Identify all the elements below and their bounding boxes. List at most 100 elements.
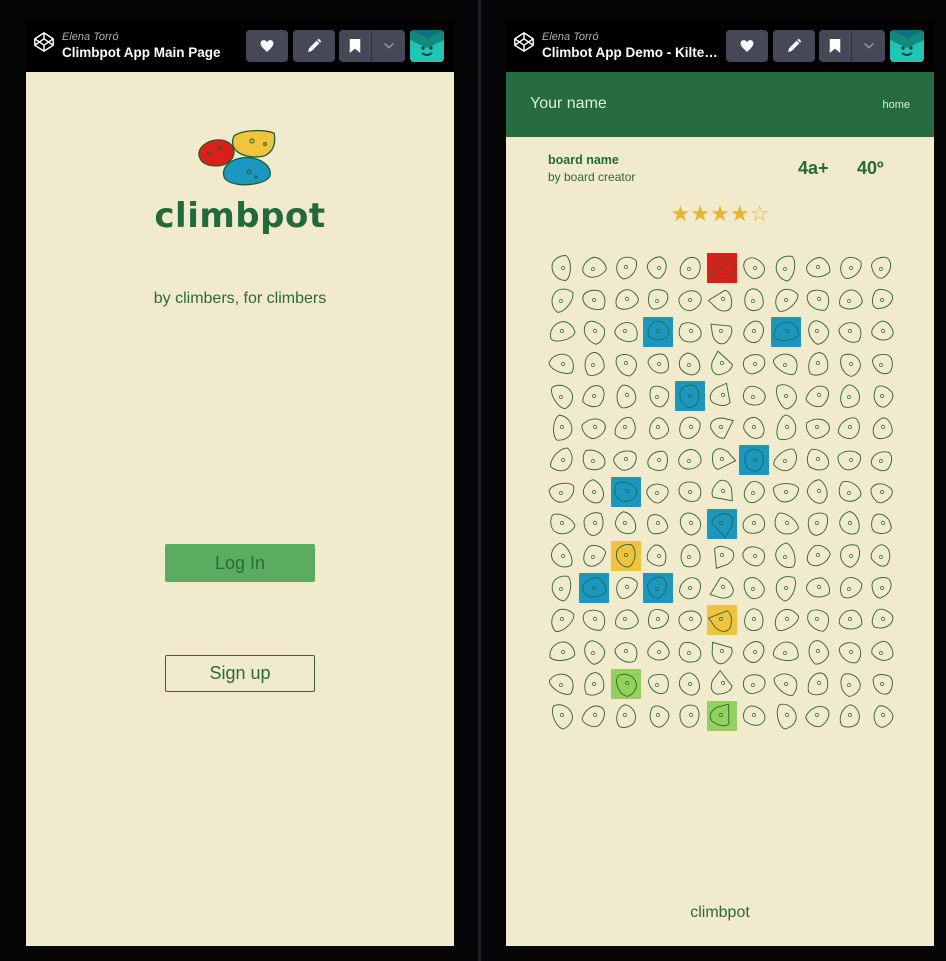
hold[interactable] xyxy=(549,701,575,731)
hold[interactable] xyxy=(805,576,832,601)
hold[interactable] xyxy=(611,286,640,315)
signup-button[interactable]: Sign up xyxy=(165,655,315,692)
hold-selected-blue[interactable] xyxy=(643,317,673,347)
hold[interactable] xyxy=(771,349,802,378)
hold[interactable] xyxy=(836,509,865,538)
hold[interactable] xyxy=(741,703,769,729)
hold[interactable] xyxy=(836,669,864,698)
hold[interactable] xyxy=(741,351,768,376)
hold[interactable] xyxy=(807,672,829,696)
hold[interactable] xyxy=(677,254,705,283)
hold[interactable] xyxy=(770,605,801,634)
hold[interactable] xyxy=(614,255,638,282)
hold-selected-blue[interactable] xyxy=(643,573,673,603)
hold[interactable] xyxy=(804,607,832,633)
hold[interactable] xyxy=(611,446,640,474)
hold[interactable] xyxy=(680,544,701,568)
hold[interactable] xyxy=(678,609,704,632)
hold[interactable] xyxy=(583,672,605,696)
hold-selected-blue[interactable] xyxy=(739,445,769,475)
hold[interactable] xyxy=(804,637,832,666)
hold[interactable] xyxy=(676,639,704,666)
hold[interactable] xyxy=(548,481,576,504)
hold[interactable] xyxy=(871,577,892,599)
hold[interactable] xyxy=(744,288,764,312)
hold[interactable] xyxy=(741,512,767,536)
hold-selected-blue[interactable] xyxy=(579,573,609,603)
hold[interactable] xyxy=(611,509,640,538)
hold[interactable] xyxy=(676,509,704,538)
hold-selected-blue[interactable] xyxy=(675,381,705,411)
hold[interactable] xyxy=(804,701,833,730)
hold[interactable] xyxy=(740,544,767,569)
hold[interactable] xyxy=(772,573,798,603)
hold[interactable] xyxy=(740,254,768,282)
avatar-icon[interactable] xyxy=(410,30,444,62)
hold[interactable] xyxy=(771,668,802,698)
hold[interactable] xyxy=(708,669,736,699)
hold[interactable] xyxy=(773,483,799,503)
hold[interactable] xyxy=(676,574,705,603)
hold[interactable] xyxy=(709,577,734,599)
codepen-logo-icon[interactable] xyxy=(513,31,535,53)
hold[interactable] xyxy=(612,607,641,634)
like-button[interactable] xyxy=(246,30,288,62)
hold[interactable] xyxy=(805,288,830,311)
hold[interactable] xyxy=(580,542,607,570)
hold[interactable] xyxy=(647,353,669,374)
hold-selected-yellow[interactable] xyxy=(707,605,737,635)
bookmark-button[interactable] xyxy=(819,30,851,62)
hold[interactable] xyxy=(808,352,829,376)
hold-selected-green[interactable] xyxy=(611,669,641,699)
hold[interactable] xyxy=(744,608,764,632)
hold[interactable] xyxy=(836,413,864,442)
hold[interactable] xyxy=(836,287,864,314)
hold[interactable] xyxy=(805,448,832,473)
hold[interactable] xyxy=(646,447,671,473)
edit-button[interactable] xyxy=(773,30,815,62)
hold[interactable] xyxy=(707,541,737,570)
hold-selected-blue[interactable] xyxy=(771,317,801,347)
hold[interactable] xyxy=(546,604,577,635)
hold[interactable] xyxy=(869,382,897,410)
collections-dropdown[interactable] xyxy=(372,30,405,62)
star-filled-icon[interactable]: ★ xyxy=(671,202,691,227)
bookmark-button[interactable] xyxy=(339,30,371,62)
hold[interactable] xyxy=(549,641,576,662)
hold[interactable] xyxy=(740,637,768,665)
hold[interactable] xyxy=(869,480,895,505)
hold[interactable] xyxy=(647,514,669,535)
hold[interactable] xyxy=(837,480,864,504)
hold[interactable] xyxy=(837,321,863,344)
hold[interactable] xyxy=(869,671,895,696)
hold[interactable] xyxy=(709,350,735,377)
hold[interactable] xyxy=(741,384,767,408)
hold[interactable] xyxy=(740,414,768,442)
hold[interactable] xyxy=(770,284,801,314)
hold[interactable] xyxy=(645,638,672,664)
hold[interactable] xyxy=(707,381,737,411)
hold[interactable] xyxy=(835,349,864,378)
hold[interactable] xyxy=(770,510,801,540)
hold[interactable] xyxy=(774,254,797,282)
hold[interactable] xyxy=(872,417,893,440)
hold[interactable] xyxy=(869,702,896,729)
hold[interactable] xyxy=(772,641,800,662)
hold[interactable] xyxy=(773,542,798,571)
codepen-logo-icon[interactable] xyxy=(33,31,55,53)
hold[interactable] xyxy=(870,352,894,375)
hold[interactable] xyxy=(740,478,768,506)
hold[interactable] xyxy=(803,317,832,346)
hold[interactable] xyxy=(550,574,572,602)
like-button[interactable] xyxy=(726,30,768,62)
hold[interactable] xyxy=(868,542,896,570)
hold[interactable] xyxy=(804,381,832,410)
hold[interactable] xyxy=(840,544,860,568)
hold[interactable] xyxy=(774,381,800,411)
hold[interactable] xyxy=(676,478,704,504)
hold[interactable] xyxy=(546,511,577,539)
hold[interactable] xyxy=(580,701,608,730)
hold[interactable] xyxy=(645,702,673,730)
hold[interactable] xyxy=(869,286,895,313)
hold[interactable] xyxy=(547,541,575,572)
